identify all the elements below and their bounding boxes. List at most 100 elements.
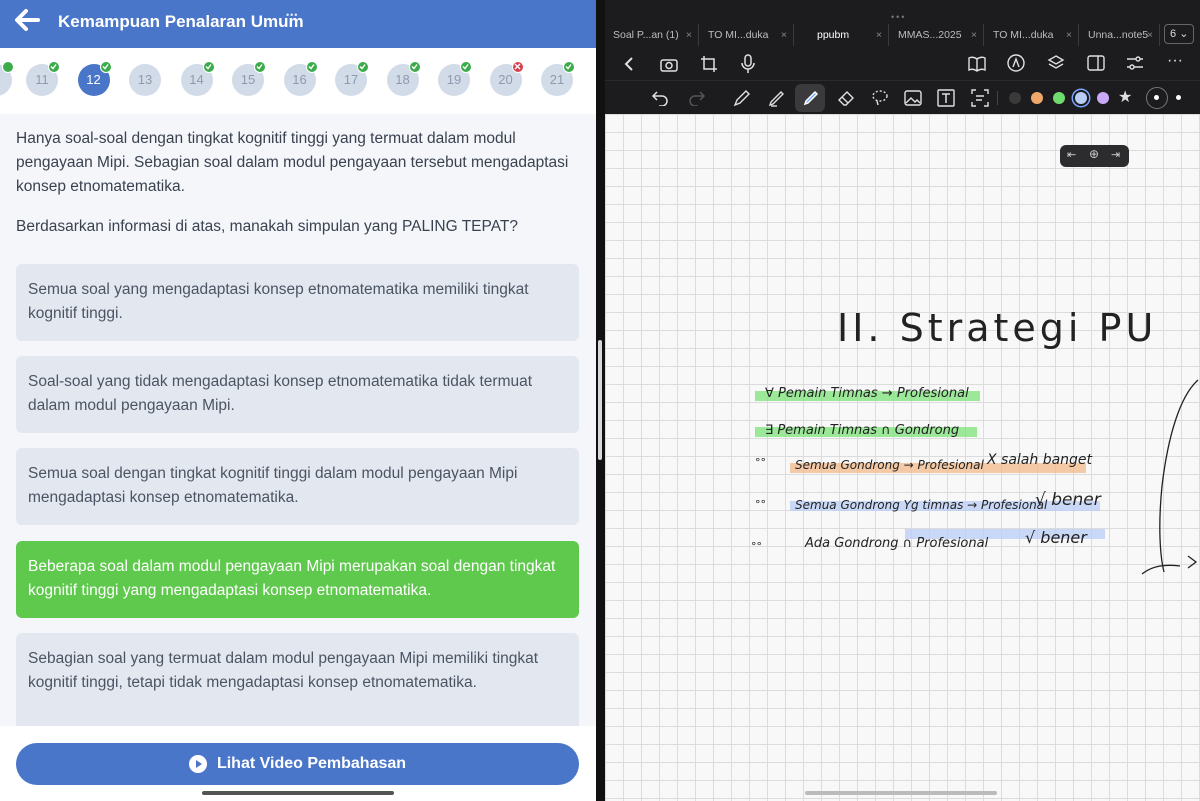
tab-label: MMAS...2025	[898, 29, 962, 41]
tab-2[interactable]: TO MI...duka ×	[700, 24, 794, 46]
check-icon	[254, 61, 266, 73]
tab-count-button[interactable]: 6 ⌄	[1164, 24, 1194, 44]
undo-icon[interactable]	[651, 90, 669, 106]
question-number-11[interactable]: 11	[26, 61, 60, 96]
scan-text-icon[interactable]	[971, 89, 989, 107]
split-handle[interactable]	[598, 340, 602, 460]
sidebar-icon[interactable]	[1087, 55, 1105, 71]
close-icon[interactable]: ×	[1066, 24, 1072, 46]
wrong-x-icon	[511, 61, 524, 73]
more-dots[interactable]: •••	[286, 10, 298, 20]
target-icon[interactable]: ⊕	[1089, 147, 1099, 161]
tab-3-active[interactable]: ppubm ×	[795, 24, 889, 46]
check-icon	[563, 61, 575, 73]
close-icon[interactable]: ×	[971, 24, 977, 46]
tab-4[interactable]: MMAS...2025 ×	[890, 24, 984, 46]
layers-icon[interactable]	[1047, 54, 1065, 72]
question-number-label: 16	[292, 72, 307, 87]
color-swatch-5[interactable]	[1097, 92, 1109, 104]
tab-1[interactable]: Soal P...an (1) ×	[605, 24, 699, 46]
bullet-dots: °°	[755, 456, 766, 469]
watch-video-label: Lihat Video Pembahasan	[216, 755, 407, 772]
note-canvas[interactable]: ⇤ ⊕ ⇥ II. Strategi PU ∀ Pemain Timnas → …	[605, 114, 1200, 801]
tab-count: 6	[1170, 28, 1177, 40]
book-icon[interactable]	[968, 56, 986, 72]
brush-icon[interactable]	[768, 89, 786, 107]
close-icon[interactable]: ×	[781, 24, 787, 46]
tab-6[interactable]: Unna...note5 ×	[1080, 24, 1160, 46]
color-swatch-4[interactable]	[1075, 92, 1087, 104]
highlighter-icon[interactable]	[802, 89, 820, 107]
question-premise: Hanya soal-soal dengan tingkat kognitif …	[16, 130, 569, 195]
drawing-toolbar: ★	[605, 80, 1200, 114]
answer-option-e[interactable]: Sebagian soal yang termuat dalam modul p…	[16, 633, 579, 733]
question-number-18[interactable]: 18	[386, 61, 421, 96]
question-number-15[interactable]: 15	[232, 61, 266, 96]
question-number-12[interactable]: 12	[77, 61, 112, 96]
partial-drawing	[1141, 379, 1199, 575]
close-icon[interactable]: ×	[686, 24, 692, 46]
eraser-icon[interactable]	[837, 89, 855, 107]
top-toolbar: ···	[605, 48, 1200, 80]
tab-label: ppubm	[817, 29, 850, 41]
close-icon[interactable]: ×	[1147, 24, 1153, 46]
question-number-21[interactable]: 21	[541, 61, 575, 96]
close-icon[interactable]: ×	[876, 24, 882, 46]
check-icon	[99, 61, 112, 73]
pen-icon[interactable]	[733, 89, 751, 107]
text-box-icon[interactable]	[937, 89, 955, 107]
home-indicator[interactable]	[202, 791, 394, 795]
more-icon[interactable]: ···	[1167, 52, 1183, 70]
first-page-icon[interactable]: ⇤	[1067, 148, 1076, 161]
question-number-13[interactable]: 13	[129, 64, 161, 96]
question-number-prev[interactable]	[0, 61, 14, 96]
check-icon	[357, 61, 369, 73]
note-line-5-mark: √ bener	[1025, 528, 1087, 547]
tab-label: TO MI...duka	[993, 29, 1054, 41]
image-icon[interactable]	[904, 89, 922, 107]
redo-icon[interactable]	[688, 90, 706, 106]
tab-5[interactable]: TO MI...duka ×	[985, 24, 1079, 46]
note-line-3-mark: X salah banget	[987, 452, 1093, 468]
question-number-20[interactable]: 20	[489, 61, 524, 96]
chevron-left-icon[interactable]	[623, 56, 635, 72]
answer-option-a[interactable]: Semua soal yang mengadaptasi konsep etno…	[16, 264, 579, 341]
check-icon	[305, 61, 318, 73]
toolbar-separator	[997, 91, 998, 105]
notes-app: ••• Soal P...an (1) × TO MI...duka × ppubm…	[605, 0, 1200, 801]
star-icon[interactable]: ★	[1118, 87, 1132, 107]
note-line-3: Semua Gondrong → Profesional	[795, 458, 984, 472]
question-number-14[interactable]: 14	[180, 61, 215, 96]
answer-option-c[interactable]: Semua soal dengan tingkat kognitif tingg…	[16, 448, 579, 525]
answer-option-d[interactable]: Beberapa soal dalam modul pengayaan Mipi…	[16, 541, 579, 618]
question-number-17[interactable]: 17	[335, 61, 369, 96]
microphone-icon[interactable]	[741, 54, 755, 74]
color-swatch-3[interactable]	[1053, 92, 1065, 104]
last-page-icon[interactable]: ⇥	[1111, 148, 1120, 161]
crop-icon[interactable]	[700, 55, 718, 73]
question-prompt: Berdasarkan informasi di atas, manakah s…	[16, 218, 518, 235]
question-number-label: 21	[549, 72, 565, 87]
question-number-19[interactable]: 19	[438, 61, 472, 96]
question-number-16[interactable]: 16	[283, 61, 318, 96]
home-indicator[interactable]	[805, 791, 997, 795]
lasso-icon[interactable]	[871, 89, 889, 107]
quiz-header: Kemampuan Penalaran Umum •••	[0, 0, 596, 48]
back-arrow-icon[interactable]	[14, 8, 46, 34]
pen-mode-icon[interactable]	[1007, 54, 1025, 72]
watch-video-button[interactable]: Lihat Video Pembahasan	[16, 743, 579, 785]
stroke-size-small[interactable]	[1176, 95, 1181, 100]
stroke-size-selected[interactable]	[1146, 87, 1168, 109]
color-swatch-2[interactable]	[1031, 92, 1043, 104]
tab-label: Unna...note5	[1088, 29, 1149, 41]
question-number-label: 14	[189, 72, 204, 87]
question-number-label: 12	[86, 72, 101, 87]
color-swatch-1[interactable]	[1009, 92, 1021, 104]
camera-icon[interactable]	[660, 56, 678, 72]
window-grip[interactable]: •••	[891, 12, 906, 22]
question-number-label: 17	[343, 72, 359, 87]
answer-option-b[interactable]: Soal-soal yang tidak mengadaptasi konsep…	[16, 356, 579, 433]
chevron-down-icon: ⌄	[1179, 28, 1189, 40]
sliders-icon[interactable]	[1126, 55, 1144, 71]
question-number-label: 15	[240, 72, 256, 87]
